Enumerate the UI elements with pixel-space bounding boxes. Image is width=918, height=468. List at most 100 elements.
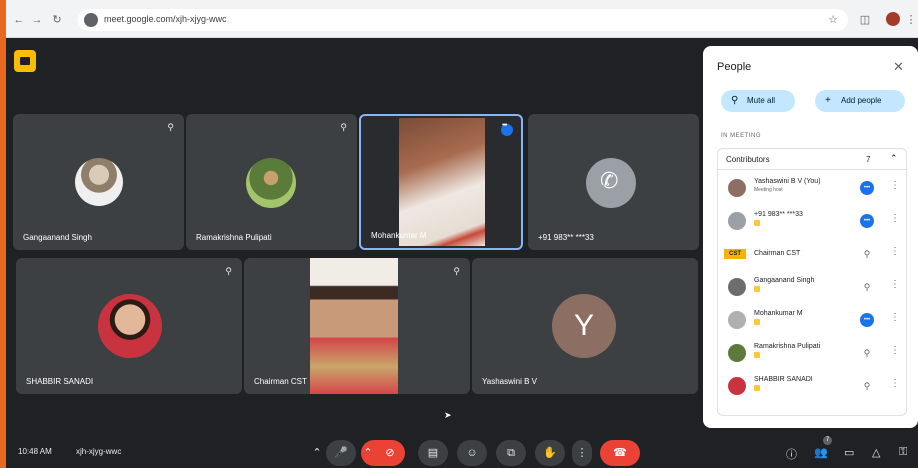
speaking-indicator-icon [501,122,513,136]
participant-tile-active-speaker[interactable]: Mohankumar M [359,114,523,250]
mic-off-icon: ⚲ [225,266,232,276]
profile-avatar[interactable] [886,12,900,26]
avatar [728,278,746,296]
avatar [98,294,162,358]
raise-hand-button[interactable]: ✋ [535,440,565,466]
host-badge-icon [754,385,760,391]
more-options-icon[interactable]: ⋮ [890,279,900,290]
phone-icon [728,212,746,230]
participant-name: Yashaswini B V [482,377,537,386]
participant-tile[interactable]: ✆ +91 983** ***33 [528,114,699,250]
participant-name: SHABBIR SANADI [754,376,813,383]
phone-icon: ✆ [586,158,636,208]
avatar [728,311,746,329]
meeting-code: xjh-xjyg-wwc [76,447,122,456]
speaking-icon: ••• [860,214,874,228]
list-item[interactable]: SHABBIR SANADI ⚲ ⋮ [718,370,908,403]
add-person-icon: + [825,95,831,106]
close-icon[interactable]: ✕ [893,59,904,75]
mic-off-icon: ⚲ [167,122,174,132]
mute-all-button[interactable]: ⚲ Mute all [721,90,795,112]
video-feed [310,258,398,394]
menu-icon[interactable]: ⋮ [904,13,918,27]
clock: 10:48 AM [18,447,52,456]
microphone-button[interactable]: 🎤 [326,440,356,466]
back-icon[interactable]: ← [12,13,26,27]
add-people-label: Add people [841,96,882,105]
present-button[interactable]: ⧉ [496,440,526,466]
participant-name: Gangaanand Singh [754,277,815,284]
emoji-button[interactable]: ☺ [457,440,487,466]
host-badge-icon [754,220,760,226]
mic-off-icon[interactable]: ⚲ [860,346,874,360]
end-call-button[interactable]: ☎ [600,440,640,466]
more-options-icon[interactable]: ⋮ [890,246,900,257]
url-text[interactable]: meet.google.com/xjh-xjyg-wwc [104,14,227,24]
list-item[interactable]: CST Chairman CST ⚲ ⋮ [718,238,908,271]
camera-off-button[interactable]: ⊘ [375,440,405,466]
address-bar[interactable]: meet.google.com/xjh-xjyg-wwc [78,9,848,31]
more-options-button[interactable]: ⋮ [572,440,592,466]
forward-icon[interactable]: → [30,13,44,27]
audio-options-chevron-icon[interactable]: ⌃ [310,440,324,466]
host-controls-icon[interactable]: ⚿ [899,446,907,459]
contributors-label: Contributors [726,155,770,164]
mic-off-icon[interactable]: ⚲ [860,247,874,261]
participant-tile[interactable]: ⚲ Ramakrishna Pulipati [186,114,357,250]
mic-off-icon[interactable]: ⚲ [860,280,874,294]
participant-name: SHABBIR SANADI [26,377,94,386]
avatar [246,158,296,208]
participant-tile[interactable]: ⚲ Gangaanand Singh [13,114,184,250]
more-options-icon[interactable]: ⋮ [890,378,900,389]
participant-name: Chairman CST [754,250,801,257]
list-item[interactable]: +91 983** ***33 ••• ⋮ [718,205,908,238]
add-people-button[interactable]: + Add people [815,90,905,112]
participant-name: +91 983** ***33 [538,233,594,242]
mic-off-icon: ⚲ [340,122,347,132]
list-item[interactable]: Gangaanand Singh ⚲ ⋮ [718,271,908,304]
video-feed [399,118,485,246]
info-icon[interactable]: ⓘ [786,446,797,462]
mic-off-icon: ⚲ [453,266,460,276]
contributors-count: 7 [866,155,871,164]
list-item[interactable]: Ramakrishna Pulipati ⚲ ⋮ [718,337,908,370]
people-panel: People ✕ ⚲ Mute all + Add people IN MEET… [703,46,918,428]
avatar [728,377,746,395]
mic-off-icon[interactable]: ⚲ [860,379,874,393]
more-options-icon[interactable]: ⋮ [890,345,900,356]
participant-name: Gangaanand Singh [23,233,92,242]
video-options-chevron-icon[interactable]: ⌃ [361,440,375,466]
participant-name: Chairman CST [254,377,307,386]
chevron-up-icon[interactable]: ⌃ [890,153,898,164]
star-icon[interactable]: ☆ [826,13,840,27]
reload-icon[interactable]: ↻ [50,13,64,27]
section-label: IN MEETING [721,133,762,139]
more-options-icon[interactable]: ⋮ [890,180,900,191]
extensions-icon[interactable]: ◫ [858,13,872,27]
people-count-badge: 7 [823,436,832,445]
mouse-cursor-icon: ➤ [444,410,452,420]
speaking-icon: ••• [860,181,874,195]
captions-button[interactable]: ▤ [418,440,448,466]
avatar [75,158,123,206]
participant-tile[interactable]: Y Yashaswini B V [472,258,698,394]
participant-tile[interactable]: ⚲ Chairman CST [244,258,470,394]
host-badge-icon [754,352,760,358]
participant-tile[interactable]: ⚲ SHABBIR SANADI [16,258,242,394]
chat-icon[interactable]: ▭ [844,446,854,459]
mute-all-label: Mute all [747,96,776,105]
people-icon[interactable]: 👥 [814,446,828,459]
participant-name: Yashaswini B V (You) [754,178,821,185]
meet-window: ← → ↻ meet.google.com/xjh-xjyg-wwc ☆ ◫ ⋮… [6,0,918,468]
list-item[interactable]: Mohankumar M ••• ⋮ [718,304,908,337]
site-info-icon[interactable] [84,13,98,27]
more-options-icon[interactable]: ⋮ [890,213,900,224]
activities-icon[interactable]: △ [872,446,880,459]
list-item[interactable]: Yashaswini B V (You) Meeting host ••• ⋮ [718,172,908,205]
host-badge-icon [754,319,760,325]
more-options-icon[interactable]: ⋮ [890,312,900,323]
participant-list: Yashaswini B V (You) Meeting host ••• ⋮ … [717,170,907,416]
speaking-icon: ••• [860,313,874,327]
meet-logo [14,50,36,72]
contributors-header[interactable]: Contributors 7 ⌃ [717,148,907,170]
